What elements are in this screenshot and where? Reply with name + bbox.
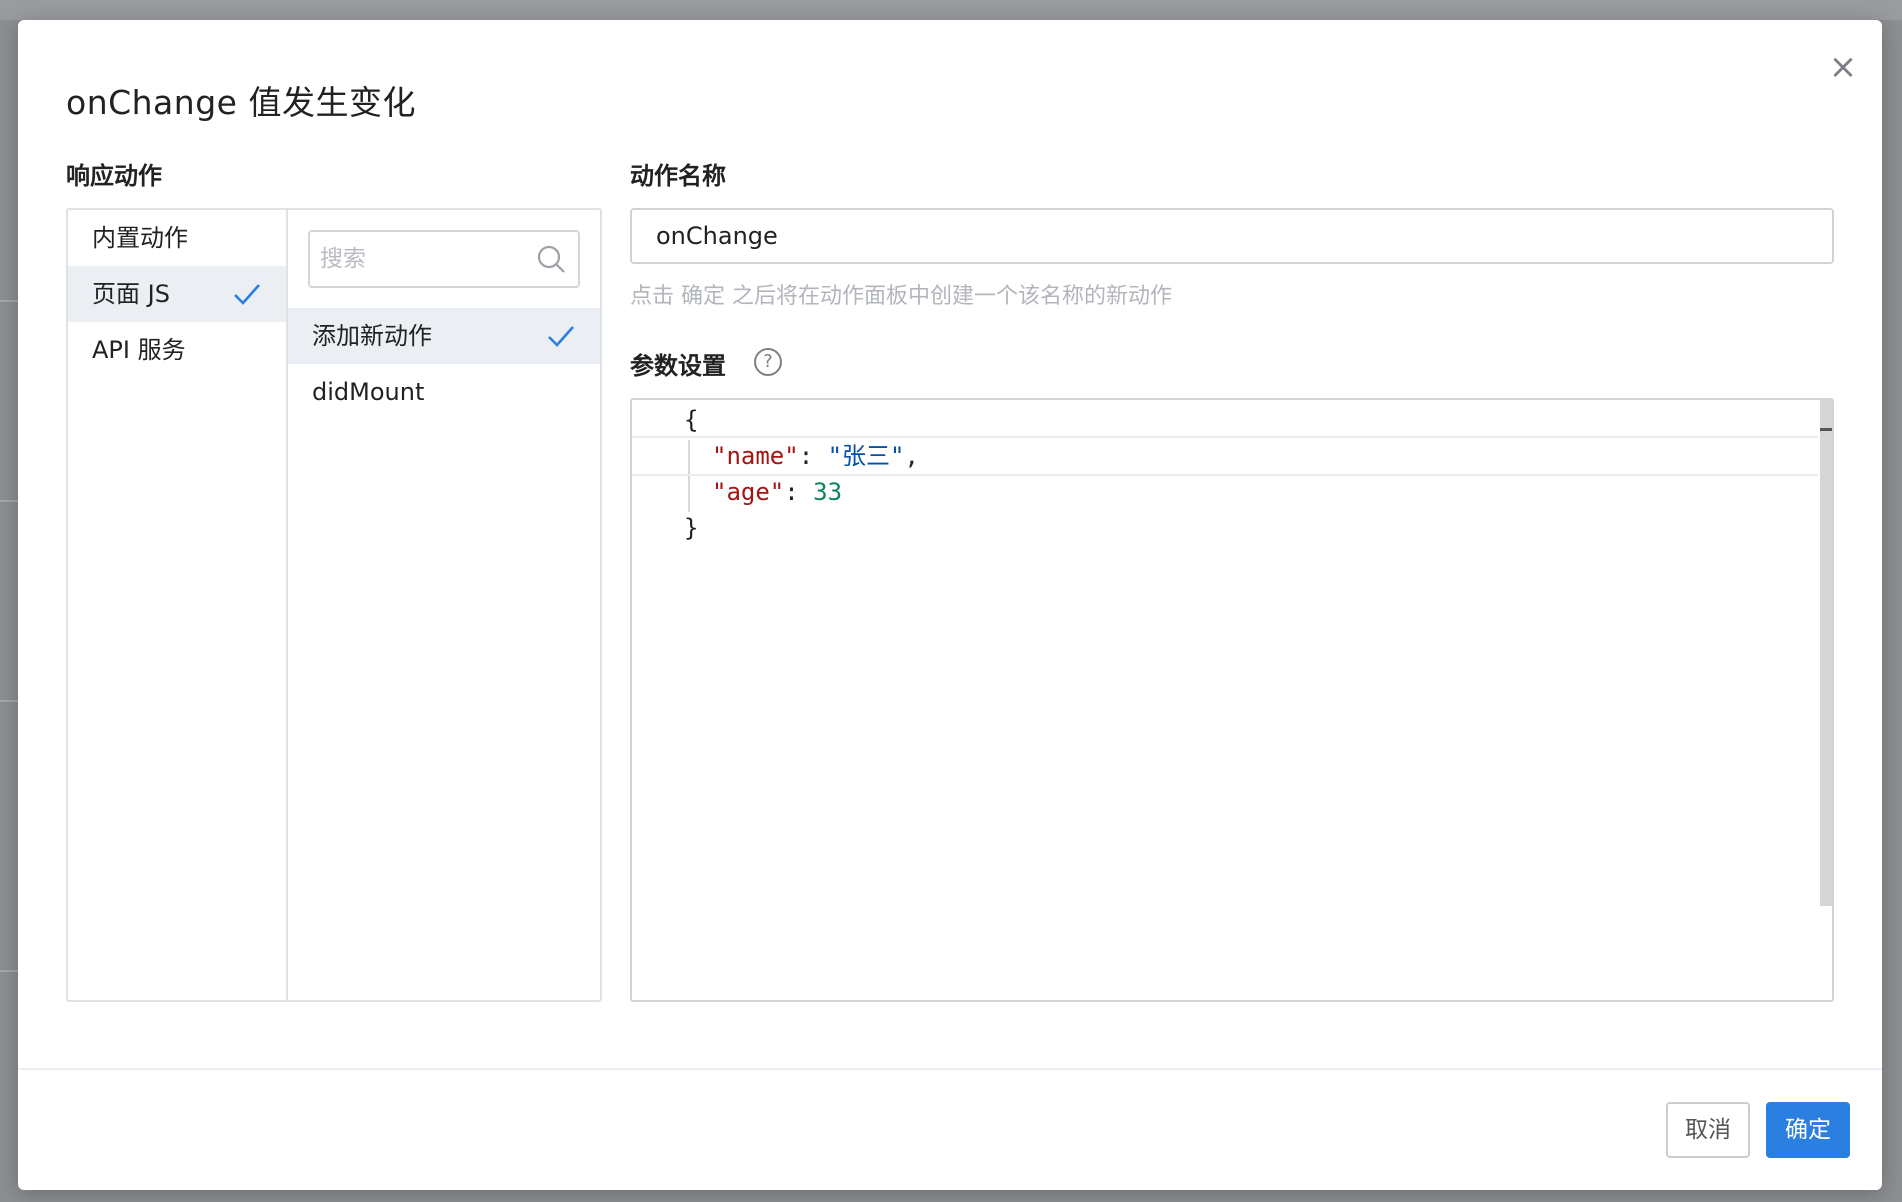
code-token: : [798,442,828,470]
background-divider [0,500,18,502]
check-icon [548,326,574,347]
code-token: { [684,406,699,434]
action-name-label: 动作名称 [630,162,726,190]
category-label: API 服务 [92,336,186,364]
action-list: 添加新动作 didMount [288,210,600,1000]
editor-scrollbar-thumb[interactable] [1820,400,1832,906]
code-token: : [784,478,814,506]
category-item-page-js[interactable]: 页面 JS [68,266,286,322]
action-name-hint: 点击 确定 之后将在动作面板中创建一个该名称的新动作 [630,284,1172,309]
background-page [0,0,1902,20]
response-actions-label: 响应动作 [66,162,162,190]
footer-divider [18,1068,1882,1070]
dialog-title: onChange 值发生变化 [66,83,416,122]
action-config-dialog: onChange 值发生变化 × 响应动作 内置动作 页面 JS API 服务 [18,20,1882,1190]
background-divider [0,700,18,702]
action-search [308,230,580,288]
background-divider [0,300,18,302]
action-picker: 内置动作 页面 JS API 服务 添加新动作 [66,208,602,1002]
action-label: didMount [312,378,425,406]
close-icon[interactable]: × [1826,50,1860,84]
action-item-add-new[interactable]: 添加新动作 [288,308,600,364]
code-line: "name": "张三", [632,436,1818,476]
action-name-input[interactable] [630,208,1834,264]
action-category-list: 内置动作 页面 JS API 服务 [68,210,288,1000]
background-divider [0,970,18,972]
params-label: 参数设置 [630,352,726,380]
action-item-didmount[interactable]: didMount [288,364,600,420]
search-input[interactable] [310,232,550,286]
code-token: "age" [712,478,785,506]
category-label: 页面 JS [92,280,170,308]
help-icon[interactable]: ? [754,348,782,376]
category-item-api[interactable]: API 服务 [68,322,286,378]
category-label: 内置动作 [92,224,188,252]
code-token: "name" [712,442,799,470]
confirm-button[interactable]: 确定 [1766,1102,1850,1158]
code-token: , [904,442,919,470]
code-token: } [684,514,699,542]
check-icon [234,284,260,305]
code-line: "age": 33 [632,474,1818,510]
code-token: "张三" [827,442,905,470]
category-item-builtin[interactable]: 内置动作 [68,210,286,266]
params-code-editor[interactable]: { "name": "张三", "age": 33 } [630,398,1834,1002]
search-icon[interactable] [536,244,566,274]
cursor-position-marker [1820,428,1832,431]
action-label: 添加新动作 [312,322,432,350]
cancel-button[interactable]: 取消 [1666,1102,1750,1158]
code-token: 33 [813,478,843,506]
code-line: { [632,402,1818,438]
code-line: } [632,510,1818,546]
